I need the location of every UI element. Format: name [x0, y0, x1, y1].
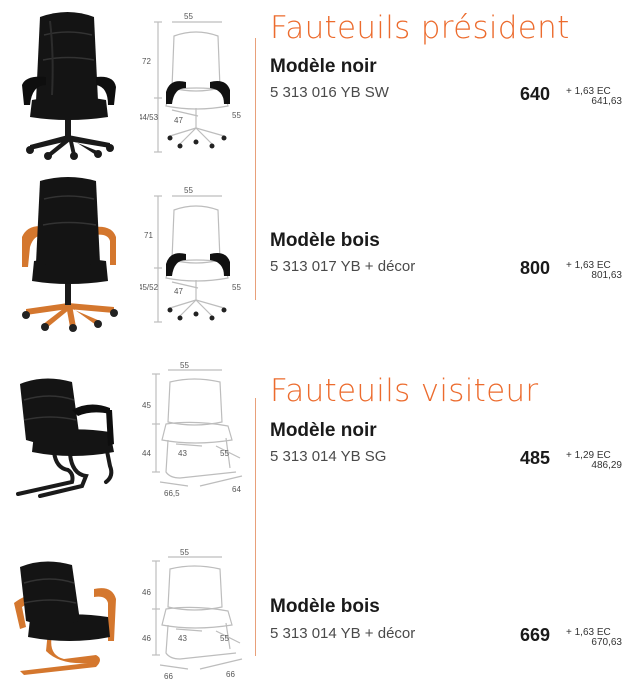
product-photo-visitor-black	[16, 378, 114, 498]
dimension-drawing-president-wood: 55 71 45/52 47 55	[140, 186, 241, 323]
dim-height: 71	[144, 231, 153, 240]
dim-width: 55	[220, 634, 229, 643]
dim-base: 55	[232, 111, 241, 120]
eco-tax: + 1,63 EC 641,63	[566, 87, 622, 107]
product-photo-visitor-wood	[14, 561, 116, 675]
product-name: Modèle bois	[270, 596, 380, 617]
dim-back: 46	[142, 588, 151, 597]
dimension-drawing-visitor-wood: 55 46 46 43 55 66 66	[142, 548, 243, 681]
dim-top: 55	[184, 12, 193, 21]
product-photo-president-wood	[22, 177, 118, 332]
product-name: Modèle bois	[270, 230, 380, 251]
product-price: 669	[519, 625, 550, 645]
dim-top: 55	[184, 186, 193, 195]
dim-depth: 47	[174, 287, 183, 296]
product-name: Modèle noir	[270, 420, 377, 441]
dim-depth: 43	[178, 449, 187, 458]
dim-foot: 66	[164, 672, 173, 681]
dim-back: 45	[142, 401, 151, 410]
product-photo-president-black	[22, 12, 116, 160]
separator-line	[255, 38, 256, 300]
dim-seat: 46	[142, 634, 151, 643]
total-price: 486,29	[591, 460, 622, 471]
product-name: Modèle noir	[270, 56, 377, 77]
eco-tax: + 1,63 EC 801,63	[566, 261, 622, 281]
product-reference: 5 313 016 YB SW	[270, 84, 389, 101]
dimension-drawing-visitor-black: 55 45 44 43 55 66,5 64	[142, 361, 243, 498]
section-title-president: Fauteuils président	[270, 10, 570, 46]
total-price: 641,63	[591, 96, 622, 107]
product-price: 640	[519, 84, 550, 104]
dim-width: 55	[220, 449, 229, 458]
total-price: 670,63	[591, 637, 622, 648]
eco-tax: + 1,63 EC 670,63	[566, 628, 622, 648]
dim-top: 55	[180, 361, 189, 370]
dim-depth: 47	[174, 116, 183, 125]
total-price: 801,63	[591, 270, 622, 281]
product-reference: 5 313 014 YB + décor	[270, 625, 416, 642]
dim-length: 66	[226, 670, 235, 679]
product-reference: 5 313 017 YB + décor	[270, 258, 416, 275]
dim-seat: 44	[142, 449, 151, 458]
dim-length: 64	[232, 485, 241, 494]
dim-height: 72	[142, 57, 151, 66]
dim-base: 55	[232, 283, 241, 292]
section-title-visitor: Fauteuils visiteur	[270, 373, 539, 409]
product-reference: 5 313 014 YB SG	[270, 448, 387, 465]
dimension-drawing-president-black: 55 72 44/53 47 55	[140, 12, 241, 153]
dim-seat: 44/53	[140, 113, 159, 122]
product-price: 485	[519, 448, 550, 468]
dim-top: 55	[180, 548, 189, 557]
dim-foot: 66,5	[164, 489, 180, 498]
eco-tax: + 1,29 EC 486,29	[566, 451, 622, 471]
product-price: 800	[519, 258, 550, 278]
separator-line	[255, 398, 256, 656]
dim-seat: 45/52	[140, 283, 159, 292]
dim-depth: 43	[178, 634, 187, 643]
